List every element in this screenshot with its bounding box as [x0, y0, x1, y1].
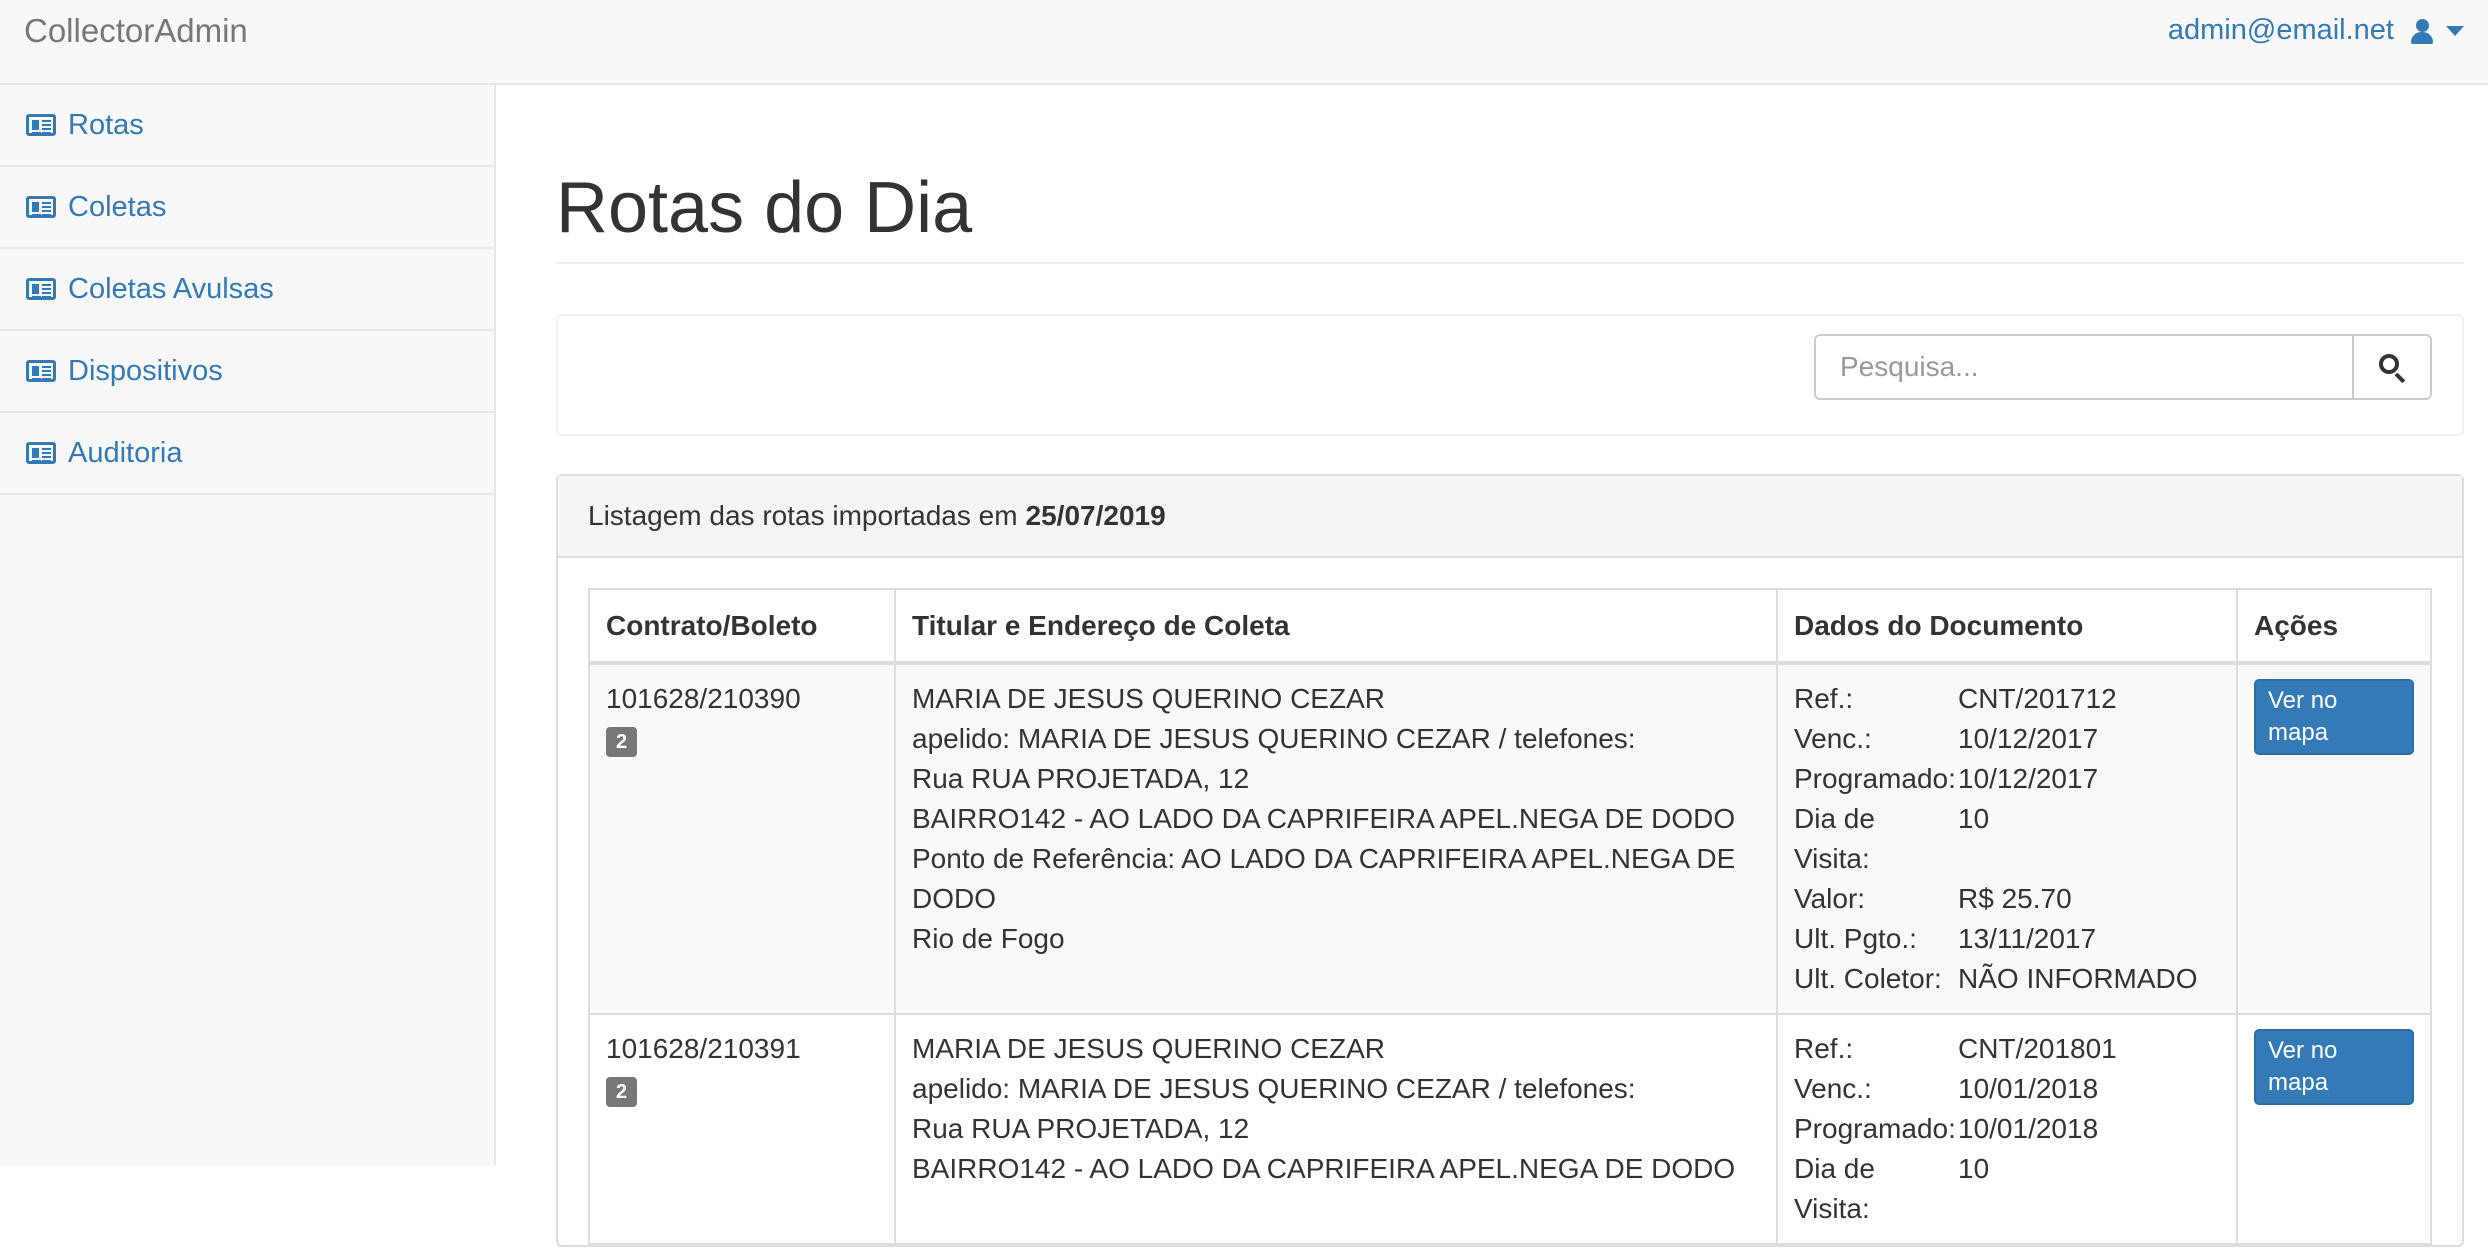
panel-body: Contrato/Boleto Titular e Endereço de Co…	[558, 558, 2462, 1246]
sidebar-item-coletas-avulsas[interactable]: Coletas Avulsas	[0, 249, 494, 331]
doc-label: Dia de Visita:	[1794, 1153, 1875, 1225]
top-navbar: CollectorAdmin admin@email.net	[0, 0, 2488, 85]
doc-value: CNT/201801	[1958, 1033, 2117, 1065]
titular-cidade: Rio de Fogo	[912, 923, 1065, 955]
sidebar: Rotas Coletas Coletas Avulsas Dispositiv…	[0, 85, 496, 1166]
newspaper-icon	[26, 196, 56, 218]
doc-field: Valor: R$ 25.70	[1794, 879, 2220, 919]
sidebar-item-rotas[interactable]: Rotas	[0, 85, 494, 167]
titular-rua: Rua RUA PROJETADA, 12	[912, 763, 1250, 795]
doc-value: 10	[1958, 1153, 1990, 1185]
sidebar-item-dispositivos[interactable]: Dispositivos	[0, 331, 494, 413]
doc-field: Programado: 10/12/2017	[1794, 759, 2220, 799]
doc-value: CNT/201712	[1958, 683, 2117, 715]
titular-apelido: apelido: MARIA DE JESUS QUERINO CEZAR / …	[912, 1073, 1636, 1105]
doc-label: Venc.:	[1794, 723, 1872, 755]
titular-bairro: BAIRRO142 - AO LADO DA CAPRIFEIRA APEL.N…	[912, 1153, 1736, 1185]
table-row: 101628/210391 2 MARIA DE JESUS QUERINO C…	[588, 1013, 2432, 1246]
panel-heading-text: Listagem das rotas importadas em	[588, 500, 1018, 532]
newspaper-icon	[26, 442, 56, 464]
doc-value: 10/01/2018	[1958, 1113, 2099, 1145]
doc-field: Venc.: 10/12/2017	[1794, 719, 2220, 759]
titular-bairro: BAIRRO142 - AO LADO DA CAPRIFEIRA APEL.N…	[912, 803, 1736, 835]
search-group	[1814, 334, 2432, 401]
sidebar-item-label: Coletas Avulsas	[68, 272, 274, 305]
doc-value: 10	[1958, 803, 1990, 835]
doc-value: 10/12/2017	[1958, 723, 2099, 755]
contrato-cell: 101628/210391 2	[588, 1013, 896, 1246]
doc-field: Ult. Coletor: NÃO INFORMADO	[1794, 959, 2220, 999]
column-header-contrato: Contrato/Boleto	[588, 588, 896, 666]
panel-heading-date: 25/07/2019	[1025, 500, 1166, 532]
titular-name: MARIA DE JESUS QUERINO CEZAR	[912, 683, 1385, 715]
doc-field: Ref.: CNT/201801	[1794, 1029, 2220, 1069]
ver-no-mapa-button[interactable]: Ver no mapa	[2254, 1029, 2414, 1106]
contrato-cell: 101628/210390 2	[588, 662, 896, 1016]
contrato-number: 101628/210390	[606, 683, 801, 715]
titular-apelido: apelido: MARIA DE JESUS QUERINO CEZAR / …	[912, 723, 1636, 755]
doc-field: Ult. Pgto.: 13/11/2017	[1794, 919, 2220, 959]
doc-value: 10/12/2017	[1958, 763, 2099, 795]
titular-referencia: Ponto de Referência: AO LADO DA CAPRIFEI…	[912, 843, 1736, 915]
newspaper-icon	[26, 278, 56, 300]
column-header-titular: Titular e Endereço de Coleta	[894, 588, 1778, 666]
sidebar-item-auditoria[interactable]: Auditoria	[0, 413, 494, 495]
search-well	[556, 314, 2464, 437]
count-badge: 2	[606, 1077, 638, 1108]
acoes-cell: Ver no mapa	[2236, 662, 2432, 1016]
doc-field: Programado: 10/01/2018	[1794, 1109, 2220, 1149]
documento-cell: Ref.: CNT/201712 Venc.: 10/12/2017 Program…	[1776, 662, 2238, 1016]
sidebar-item-label: Coletas	[68, 190, 167, 223]
titular-name: MARIA DE JESUS QUERINO CEZAR	[912, 1033, 1385, 1065]
search-icon	[2379, 354, 2406, 384]
table-row: 101628/210390 2 MARIA DE JESUS QUERINO C…	[588, 662, 2432, 1016]
doc-label: Programado:	[1794, 1113, 1956, 1145]
doc-label: Ref.:	[1794, 1033, 1854, 1065]
panel-heading: Listagem das rotas importadas em 25/07/2…	[558, 476, 2462, 559]
user-icon	[2410, 17, 2434, 45]
table-header-row: Contrato/Boleto Titular e Endereço de Co…	[588, 588, 2432, 666]
search-button[interactable]	[2352, 334, 2432, 401]
column-header-acoes: Ações	[2236, 588, 2432, 666]
titular-cell: MARIA DE JESUS QUERINO CEZAR apelido: MA…	[894, 1013, 1778, 1246]
caret-down-icon	[2446, 25, 2464, 36]
titular-rua: Rua RUA PROJETADA, 12	[912, 1113, 1250, 1145]
newspaper-icon	[26, 360, 56, 382]
doc-field: Dia de Visita: 10	[1794, 1149, 2220, 1229]
routes-table: Contrato/Boleto Titular e Endereço de Co…	[588, 588, 2432, 1246]
main-content: Rotas do Dia Listagem das rotas importad…	[556, 85, 2464, 1247]
doc-value: 13/11/2017	[1958, 923, 2097, 955]
doc-label: Programado:	[1794, 763, 1956, 795]
doc-label: Ref.:	[1794, 683, 1854, 715]
sidebar-item-label: Dispositivos	[68, 354, 223, 387]
doc-value: 10/01/2018	[1958, 1073, 2099, 1105]
contrato-number: 101628/210391	[606, 1033, 801, 1065]
doc-label: Dia de Visita:	[1794, 803, 1875, 875]
acoes-cell: Ver no mapa	[2236, 1013, 2432, 1246]
search-input[interactable]	[1814, 334, 2352, 401]
user-menu[interactable]: admin@email.net	[2168, 14, 2464, 47]
doc-label: Ult. Coletor:	[1794, 963, 1942, 995]
column-header-documento: Dados do Documento	[1776, 588, 2238, 666]
doc-field: Venc.: 10/01/2018	[1794, 1069, 2220, 1109]
routes-panel: Listagem das rotas importadas em 25/07/2…	[556, 474, 2464, 1247]
documento-cell: Ref.: CNT/201801 Venc.: 10/01/2018 Program…	[1776, 1013, 2238, 1246]
brand-logo[interactable]: CollectorAdmin	[24, 12, 248, 50]
sidebar-item-label: Rotas	[68, 108, 144, 141]
doc-field: Ref.: CNT/201712	[1794, 679, 2220, 719]
newspaper-icon	[26, 114, 56, 136]
page-title: Rotas do Dia	[556, 168, 2464, 265]
doc-label: Ult. Pgto.:	[1794, 923, 1917, 955]
sidebar-item-coletas[interactable]: Coletas	[0, 167, 494, 249]
doc-field: Dia de Visita: 10	[1794, 799, 2220, 879]
titular-cell: MARIA DE JESUS QUERINO CEZAR apelido: MA…	[894, 662, 1778, 1016]
doc-label: Valor:	[1794, 883, 1866, 915]
doc-value: R$ 25.70	[1958, 883, 2072, 915]
sidebar-item-label: Auditoria	[68, 436, 183, 469]
doc-label: Venc.:	[1794, 1073, 1872, 1105]
ver-no-mapa-button[interactable]: Ver no mapa	[2254, 679, 2414, 756]
count-badge: 2	[606, 727, 638, 758]
doc-value: NÃO INFORMADO	[1958, 963, 2198, 995]
user-email[interactable]: admin@email.net	[2168, 14, 2394, 47]
